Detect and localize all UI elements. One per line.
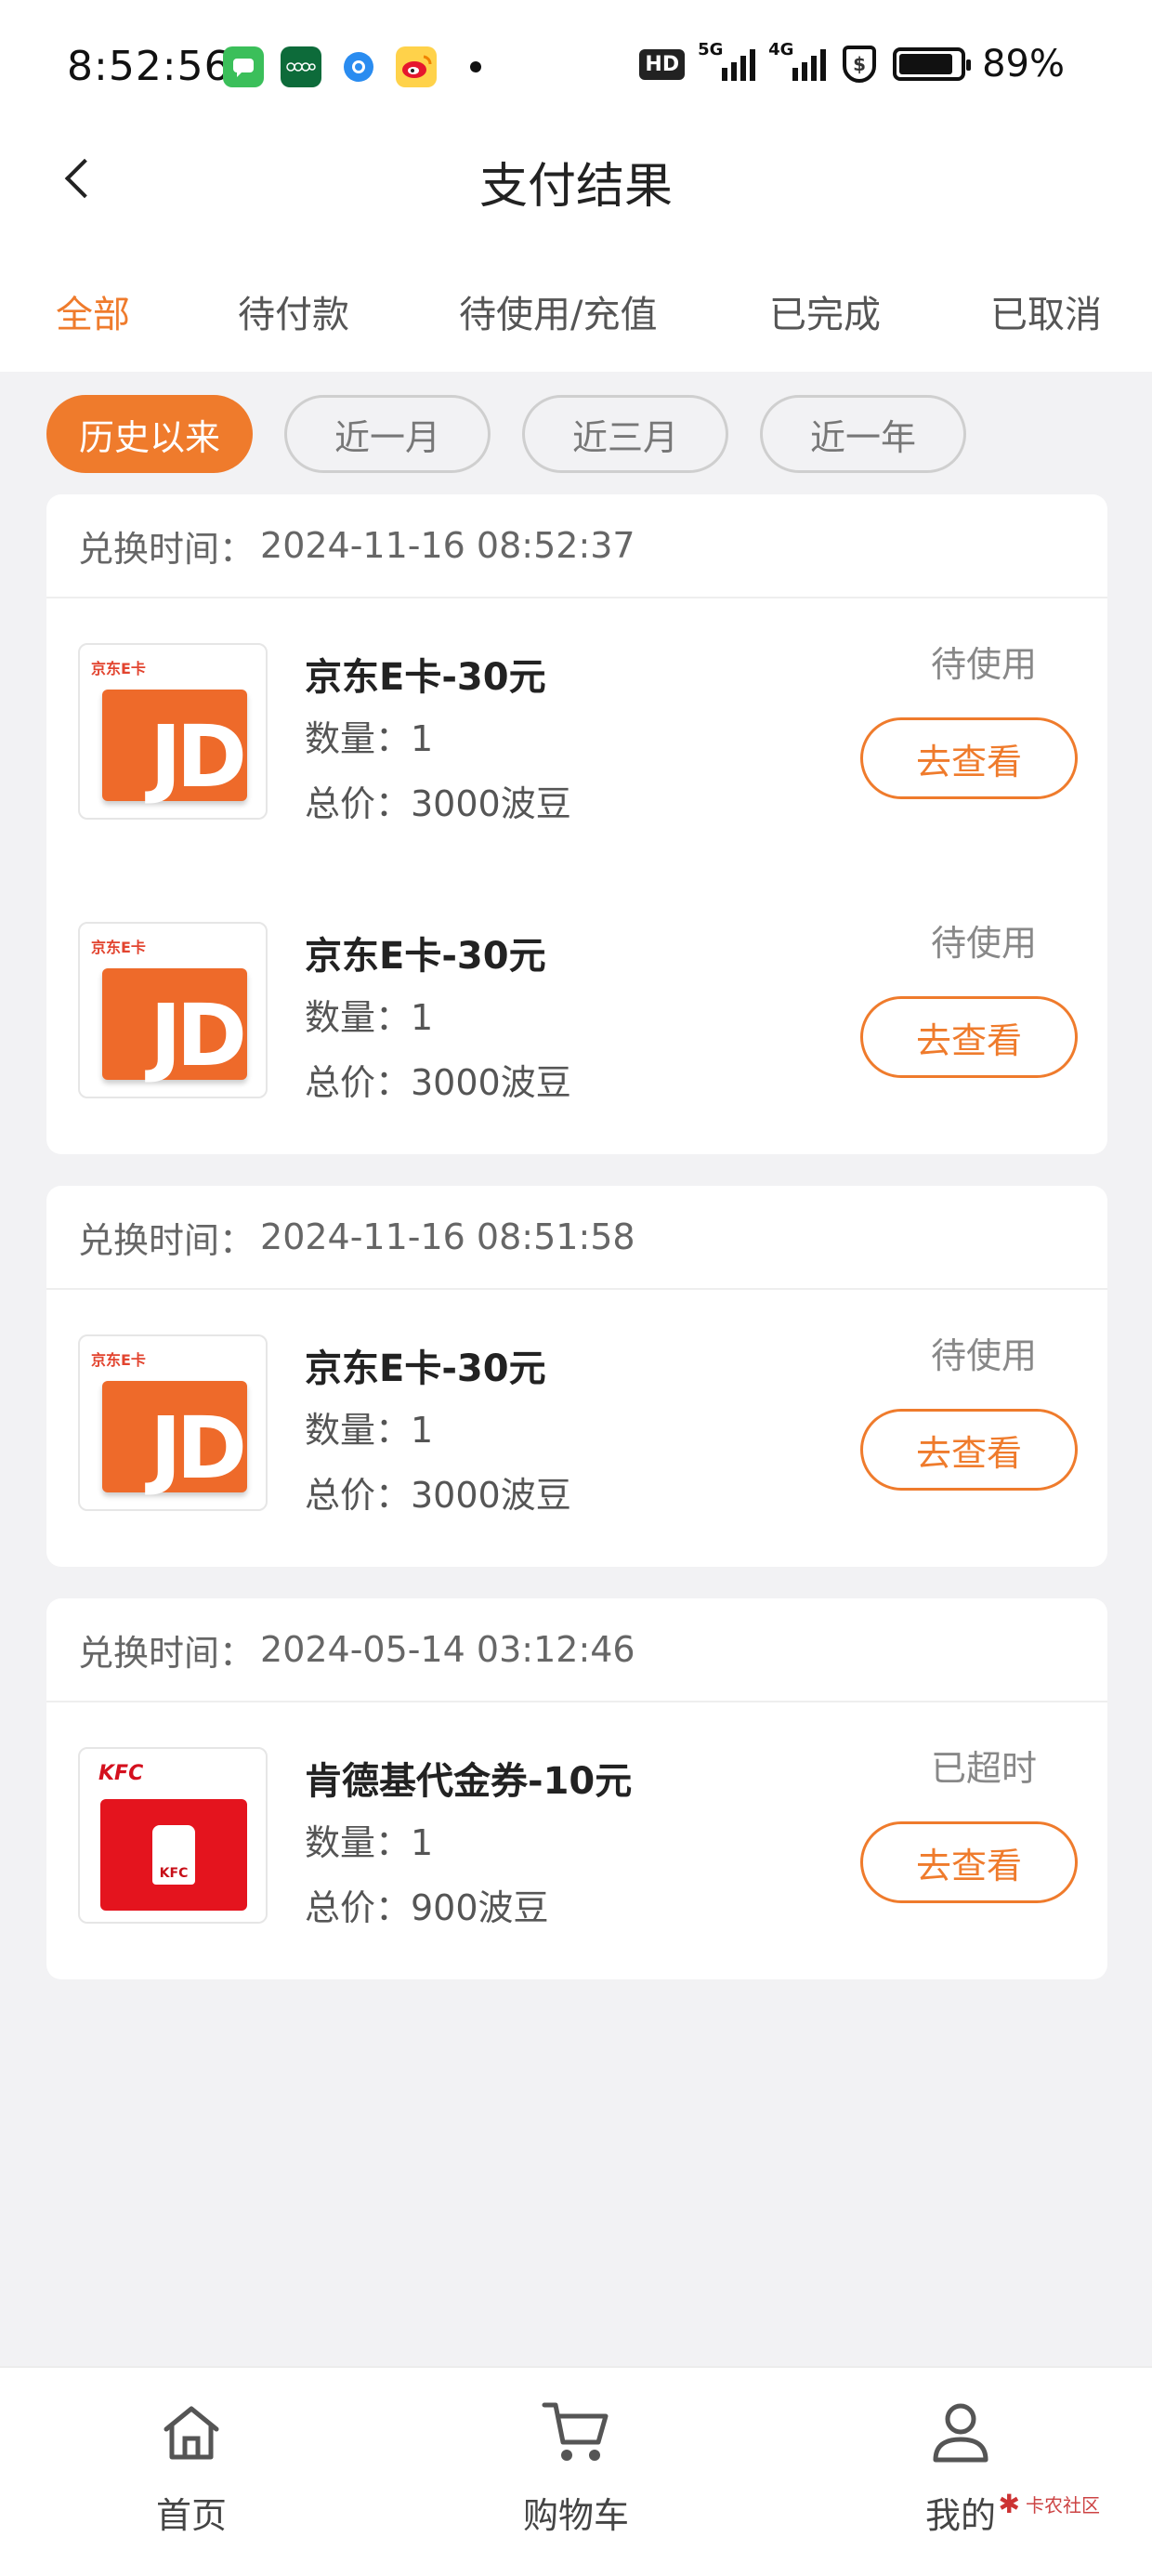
- tab-pending-payment[interactable]: 待付款: [238, 284, 349, 338]
- item-name: 京东E卡-30元: [305, 935, 546, 978]
- kfc-colonel-icon: KFC: [152, 1825, 195, 1885]
- filter-last-year[interactable]: 近一年: [760, 395, 966, 473]
- exchange-time-label: 兑换时间：: [78, 1632, 255, 1674]
- oppo-icon: [281, 46, 321, 87]
- order-status-tabs: 全部 待付款 待使用/充值 已完成 已取消: [0, 232, 1152, 372]
- jd-ecard-tag: 京东E卡: [91, 1351, 146, 1369]
- messages-icon: [223, 46, 264, 87]
- profile-icon: [868, 2390, 1054, 2474]
- jd-logo-text: JD: [150, 707, 247, 807]
- item-total-price: 总价：3000波豆: [305, 1475, 571, 1516]
- tab-pending-use[interactable]: 待使用/充值: [459, 284, 657, 338]
- item-quantity: 数量：1: [305, 1410, 434, 1451]
- jd-ecard-image: 京东E卡 JD: [78, 1334, 268, 1511]
- jd-ecard-image: 京东E卡 JD: [78, 643, 268, 820]
- tab-all[interactable]: 全部: [56, 284, 130, 338]
- view-button[interactable]: 去查看: [860, 996, 1078, 1078]
- exchange-time-label: 兑换时间：: [78, 1219, 255, 1261]
- signal-4g-icon: 4G: [768, 40, 827, 81]
- order-item[interactable]: 京东E卡 JD 京东E卡-30元 数量：1 总价：3000波豆 待使用 去查看: [46, 877, 1107, 1156]
- item-total-price: 总价：3000波豆: [305, 1062, 571, 1103]
- page-title: 支付结果: [478, 159, 673, 215]
- exchange-time-label: 兑换时间：: [78, 528, 255, 570]
- item-total-price: 总价：900波豆: [305, 1887, 549, 1928]
- order-item[interactable]: 京东E卡 JD 京东E卡-30元 数量：1 总价：3000波豆 待使用 去查看: [46, 598, 1107, 877]
- jd-logo-text: JD: [150, 986, 247, 1085]
- order-header: 兑换时间： 2024-05-14 03:12:46: [46, 1598, 1107, 1702]
- order-header: 兑换时间： 2024-11-16 08:51:58: [46, 1186, 1107, 1290]
- item-name: 京东E卡-30元: [305, 656, 546, 699]
- filter-all-time[interactable]: 历史以来: [46, 395, 253, 473]
- exchange-time: 2024-05-14 03:12:46: [260, 1629, 635, 1670]
- order-card: 兑换时间： 2024-11-16 08:52:37 京东E卡 JD 京东E卡-3…: [46, 494, 1107, 1154]
- order-card: 兑换时间： 2024-05-14 03:12:46 KFC KFC 肯德基代金券…: [46, 1598, 1107, 1979]
- order-item[interactable]: KFC KFC 肯德基代金券-10元 数量：1 总价：900波豆 已超时 去查看: [46, 1702, 1107, 1981]
- page: 8:52:56 HD 5G 4G $ 89% 支付结果 全部 待付款 待使用/充…: [0, 0, 1152, 2576]
- item-name: 肯德基代金券-10元: [305, 1760, 633, 1803]
- kfc-logo: KFC: [98, 1762, 144, 1785]
- battery-percentage: 89%: [982, 43, 1065, 85]
- view-button[interactable]: 去查看: [860, 1409, 1078, 1491]
- item-quantity: 数量：1: [305, 1822, 434, 1863]
- nav-cart[interactable]: 购物车: [483, 2390, 669, 2538]
- item-status: 已超时: [930, 1748, 1037, 1789]
- jd-ecard-image: 京东E卡 JD: [78, 922, 268, 1098]
- security-shield-icon: $: [843, 46, 877, 83]
- kfc-voucher-image: KFC KFC: [78, 1747, 268, 1924]
- watermark: ✱ 卡农社区: [999, 2489, 1100, 2519]
- notification-icons: [223, 46, 481, 87]
- notification-dot: [470, 61, 481, 72]
- item-quantity: 数量：1: [305, 718, 434, 759]
- nav-home[interactable]: 首页: [98, 2390, 284, 2538]
- bottom-nav: 首页 购物车 我的: [0, 2366, 1152, 2576]
- filter-last-three-months[interactable]: 近三月: [522, 395, 728, 473]
- view-button[interactable]: 去查看: [860, 717, 1078, 799]
- item-status: 待使用: [930, 644, 1037, 685]
- signal-5g-icon: 5G: [698, 40, 756, 81]
- battery-icon: [893, 47, 972, 81]
- browser-icon: [338, 46, 379, 87]
- jd-ecard-tag: 京东E卡: [91, 939, 146, 956]
- nav-bar: 支付结果: [0, 130, 1152, 232]
- order-card: 兑换时间： 2024-11-16 08:51:58 京东E卡 JD 京东E卡-3…: [46, 1186, 1107, 1567]
- weibo-icon: [396, 46, 437, 87]
- jd-ecard-tag: 京东E卡: [91, 660, 146, 677]
- hd-badge: HD: [639, 48, 686, 80]
- watermark-icon: ✱: [998, 2489, 1020, 2519]
- nav-cart-label: 购物车: [522, 2495, 629, 2536]
- status-time: 8:52:56: [67, 43, 231, 90]
- filter-last-month[interactable]: 近一月: [284, 395, 491, 473]
- order-item[interactable]: 京东E卡 JD 京东E卡-30元 数量：1 总价：3000波豆 待使用 去查看: [46, 1290, 1107, 1569]
- item-name: 京东E卡-30元: [305, 1347, 546, 1390]
- view-button[interactable]: 去查看: [860, 1821, 1078, 1903]
- watermark-text: 卡农社区: [1026, 2494, 1100, 2517]
- item-status: 待使用: [930, 1335, 1037, 1376]
- exchange-time: 2024-11-16 08:51:58: [260, 1216, 635, 1257]
- item-quantity: 数量：1: [305, 997, 434, 1038]
- item-total-price: 总价：3000波豆: [305, 783, 571, 824]
- tab-completed[interactable]: 已完成: [769, 284, 881, 338]
- nav-home-label: 首页: [155, 2495, 227, 2536]
- tab-cancelled[interactable]: 已取消: [990, 284, 1102, 338]
- status-bar: 8:52:56 HD 5G 4G $ 89%: [0, 0, 1152, 130]
- cart-icon: [483, 2390, 669, 2474]
- jd-logo-text: JD: [150, 1399, 247, 1498]
- order-header: 兑换时间： 2024-11-16 08:52:37: [46, 494, 1107, 598]
- home-icon: [98, 2390, 284, 2474]
- time-filters: 历史以来 近一月 近三月 近一年: [0, 372, 1152, 493]
- item-status: 待使用: [930, 923, 1037, 964]
- system-icons: HD 5G 4G $ 89%: [639, 40, 1065, 85]
- exchange-time: 2024-11-16 08:52:37: [260, 525, 635, 566]
